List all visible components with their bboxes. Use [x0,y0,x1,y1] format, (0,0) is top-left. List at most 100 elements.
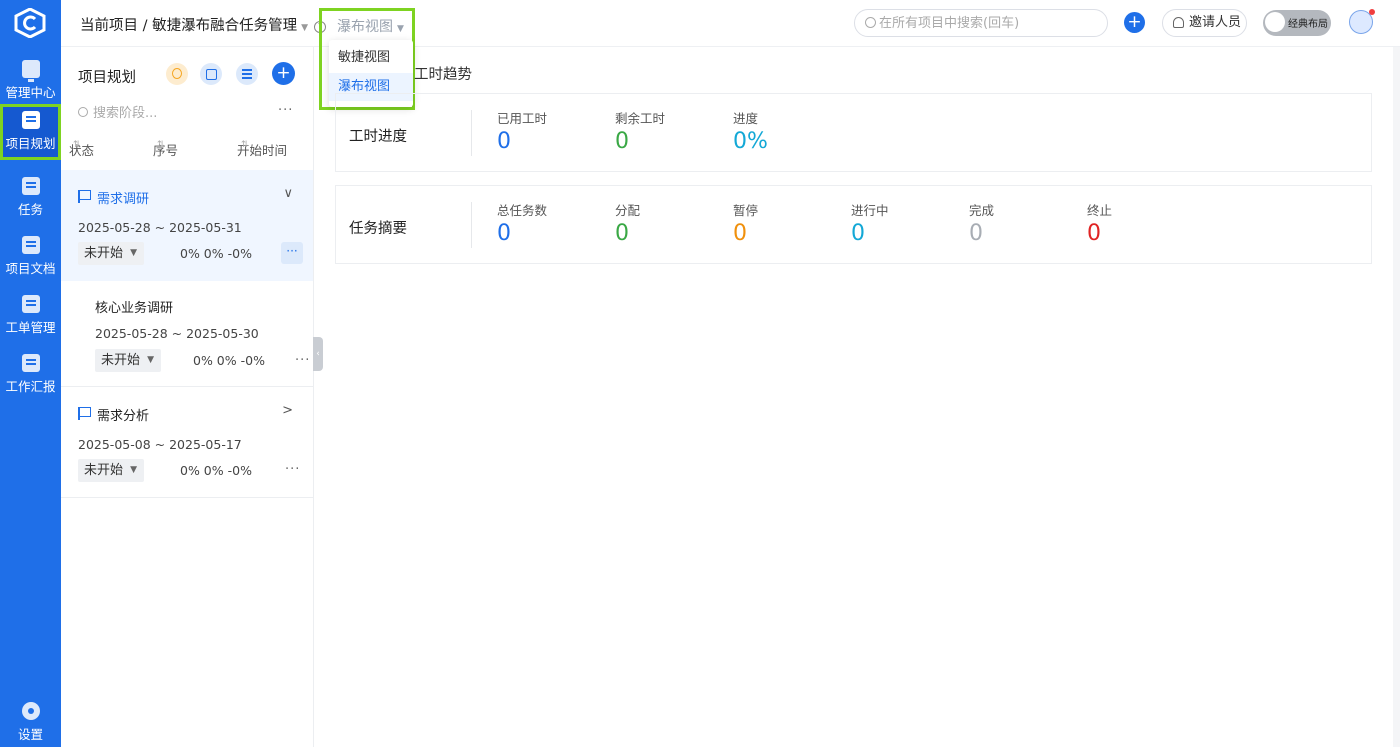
metric-value: 0 [497,129,547,154]
chevron-down-icon: ▼ [147,349,154,372]
gear-icon [22,702,40,720]
metric-value: 0 [1087,221,1112,246]
card-title: 工时进度 [349,125,407,146]
metric-in-progress: 进行中 0 [851,200,889,246]
more-icon[interactable]: ··· [281,242,303,264]
stage-item[interactable]: 需求调研 ∨ 2025-05-28 ~ 2025-05-31 未开始▼ 0% 0… [61,170,313,281]
project-plan-icon [22,111,40,129]
metric-value: 0 [497,221,547,246]
status-select[interactable]: 未开始▼ [78,459,144,482]
avatar[interactable] [1349,10,1373,34]
chevron-down-icon[interactable]: ∨ [283,186,293,201]
task-item[interactable]: 核心业务调研 2025-05-28 ~ 2025-05-30 未开始▼ 0% 0… [61,281,313,387]
nav-item-reports[interactable]: 工作汇报 [0,347,61,403]
end-date: 2025-05-31 [169,220,242,235]
view-selector-value[interactable]: 瀑布视图▼ [337,16,404,36]
divider [471,110,472,156]
breadcrumb: 当前项目 / 敏捷瀑布融合任务管理▼? [80,14,326,35]
status-value: 未开始 [101,353,140,368]
more-icon[interactable]: ··· [278,103,293,118]
chevron-down-icon: ▼ [130,459,137,482]
metric-assigned: 分配 0 [615,200,640,246]
metric-progress: 进度 0% [733,108,768,154]
metric-total-tasks: 总任务数 0 [497,200,547,246]
search-icon [78,107,88,117]
scrollbar[interactable] [1393,47,1400,747]
stage-date-range: 2025-05-08 ~ 2025-05-17 [78,437,242,452]
metric-label: 进度 [733,108,768,127]
stage-name: 需求调研 [97,188,149,207]
metric-remaining-hours: 剩余工时 0 [615,108,665,154]
metric-value: 0 [733,221,758,246]
view-option-agile[interactable]: 敏捷视图 [329,44,413,72]
status-value: 未开始 [84,246,123,261]
metric-value: 0 [969,221,994,246]
nav-item-management[interactable]: 管理中心 [0,53,61,109]
sort-bar: 状态⇅ 序号⇅ 开始时间⇅ [61,140,313,160]
end-date: 2025-05-17 [169,437,242,452]
nav-item-tickets[interactable]: 工单管理 [0,288,61,344]
chevron-down-icon: ▼ [130,242,137,265]
nav-label: 任务 [0,199,61,218]
invite-button[interactable]: 邀请人员 [1162,9,1247,37]
nav-label: 设置 [0,724,61,743]
nav-item-settings[interactable]: 设置 [0,695,61,747]
metric-label: 完成 [969,200,994,219]
status-select[interactable]: 未开始 ▼ [78,242,144,265]
divider [471,202,472,248]
report-icon [22,354,40,372]
global-search [854,9,1108,37]
metric-label: 暂停 [733,200,758,219]
hours-progress-card: 工时进度 已用工时 0 剩余工时 0 进度 0% [335,93,1372,172]
start-date: 2025-05-28 [95,326,168,341]
more-icon[interactable]: ··· [295,353,310,368]
tab-hours-trend[interactable]: 工时趋势 [414,63,472,84]
nav-item-docs[interactable]: 项目文档 [0,229,61,285]
nav-label: 工作汇报 [0,376,61,395]
layout-toggle[interactable]: 经典布局 [1263,10,1331,36]
stage-search-input[interactable] [93,104,263,122]
stage-search [78,104,278,122]
more-icon[interactable]: ··· [285,462,300,477]
ticket-icon [22,295,40,313]
metric-terminated: 终止 0 [1087,200,1112,246]
metric-label: 总任务数 [497,200,547,219]
user-icon [1173,17,1184,28]
metric-label: 进行中 [851,200,889,219]
list-icon[interactable] [236,63,258,85]
metric-used-hours: 已用工时 0 [497,108,547,154]
project-name[interactable]: 敏捷瀑布融合任务管理 [152,18,297,34]
metric-label: 已用工时 [497,108,547,127]
layout-toggle-label: 经典布局 [1288,15,1328,30]
metric-value: 0 [615,129,665,154]
collapse-panel-handle[interactable]: ‹ [313,337,323,371]
add-stage-button[interactable]: + [272,62,295,85]
app-logo-icon[interactable] [14,8,46,38]
top-bar: 当前项目 / 敏捷瀑布融合任务管理▼? 瀑布视图▼ 敏捷视图 瀑布视图 + 邀请… [61,0,1400,47]
card-title: 任务摘要 [349,217,407,238]
metric-value: 0 [615,221,640,246]
metric-value: 0% [733,129,768,154]
monitor-icon [22,60,40,78]
chevron-right-icon[interactable]: > [282,403,293,418]
breadcrumb-root[interactable]: 当前项目 [80,18,138,34]
stage-item[interactable]: 需求分析 > 2025-05-08 ~ 2025-05-17 未开始▼ 0% 0… [61,387,313,498]
chevron-down-icon[interactable]: ▼ [301,23,308,33]
stage-progress: 0% 0% -0% [180,246,252,261]
nav-item-tasks[interactable]: 任务 [0,170,61,226]
add-button[interactable]: + [1124,12,1145,33]
task-summary-card: 任务摘要 总任务数 0 分配 0 暂停 0 进行中 0 完成 0 终止 0 [335,185,1372,264]
panel-title: 项目规划 [78,66,136,87]
lightbulb-icon[interactable] [166,63,188,85]
task-date-range: 2025-05-28 ~ 2025-05-30 [95,326,259,341]
calendar-icon[interactable] [200,63,222,85]
metric-label: 剩余工时 [615,108,665,127]
end-date: 2025-05-30 [186,326,259,341]
nav-label: 管理中心 [0,82,61,101]
date-sep: ~ [155,220,165,235]
stage-name: 需求分析 [97,405,149,424]
start-date: 2025-05-08 [78,437,151,452]
nav-item-project-plan[interactable]: 项目规划 [0,104,61,160]
status-select[interactable]: 未开始 ▼ [95,349,161,372]
global-search-input[interactable] [879,14,1099,32]
